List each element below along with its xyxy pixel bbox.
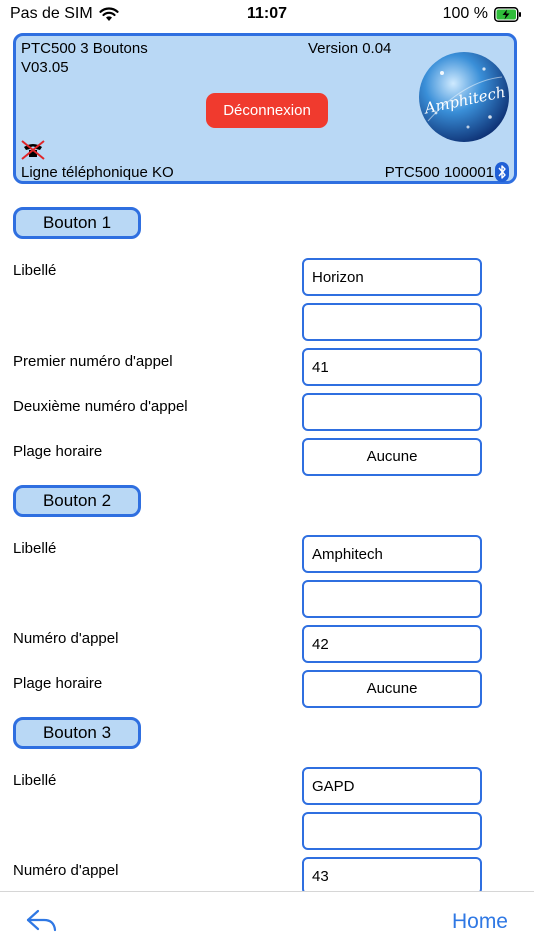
label-numero-appel: Numéro d'appel [13, 862, 119, 879]
device-serial: PTC500 100001 [384, 164, 494, 181]
plage-horaire-select[interactable]: Aucune [302, 670, 482, 708]
back-arrow-icon[interactable] [24, 907, 58, 935]
section-title-bouton-1: Bouton 1 [13, 207, 141, 239]
libelle-input-2[interactable] [302, 580, 482, 618]
label-plage-horaire: Plage horaire [13, 675, 103, 692]
label-premier-numero: Premier numéro d'appel [13, 353, 173, 370]
libelle-input-2[interactable] [302, 812, 482, 850]
label-deuxieme-numero: Deuxième numéro d'appel [13, 398, 188, 415]
deuxieme-numero-input[interactable] [302, 393, 482, 431]
libelle-input-2[interactable] [302, 303, 482, 341]
numero-appel-input[interactable] [302, 857, 482, 895]
libelle-input-1[interactable] [302, 535, 482, 573]
battery-percent: 100 % [442, 5, 488, 22]
firmware-version: V03.05 [21, 59, 69, 76]
phone-line-status: Ligne téléphonique KO [21, 164, 174, 181]
screen: Pas de SIM 11:07 100 % PTC500 3 Boutons … [0, 0, 534, 950]
plage-horaire-select[interactable]: Aucune [302, 438, 482, 476]
premier-numero-input[interactable] [302, 348, 482, 386]
device-header-card: PTC500 3 Boutons Version 0.04 V03.05 Déc… [13, 33, 517, 184]
label-libelle: Libellé [13, 262, 57, 279]
label-plage-horaire: Plage horaire [13, 443, 103, 460]
label-numero-appel: Numéro d'appel [13, 630, 119, 647]
section-title-bouton-2: Bouton 2 [13, 485, 141, 517]
bottom-toolbar: Home [0, 891, 534, 950]
disconnect-button[interactable]: Déconnexion [206, 93, 328, 128]
bluetooth-icon [495, 162, 509, 182]
label-libelle: Libellé [13, 772, 57, 789]
libelle-input-1[interactable] [302, 258, 482, 296]
software-version: Version 0.04 [308, 40, 392, 57]
status-bar-right: 100 % [443, 5, 522, 23]
device-name: PTC500 3 Boutons [21, 40, 148, 57]
home-button[interactable]: Home [452, 910, 508, 934]
section-title-bouton-3: Bouton 3 [13, 717, 141, 749]
libelle-input-1[interactable] [302, 767, 482, 805]
amphitech-logo: Amphitech [419, 52, 509, 142]
phone-disconnected-icon [21, 140, 45, 160]
label-libelle: Libellé [13, 540, 57, 557]
numero-appel-input[interactable] [302, 625, 482, 663]
status-bar: Pas de SIM 11:07 100 % [0, 0, 534, 30]
battery-charging-icon [494, 6, 521, 22]
